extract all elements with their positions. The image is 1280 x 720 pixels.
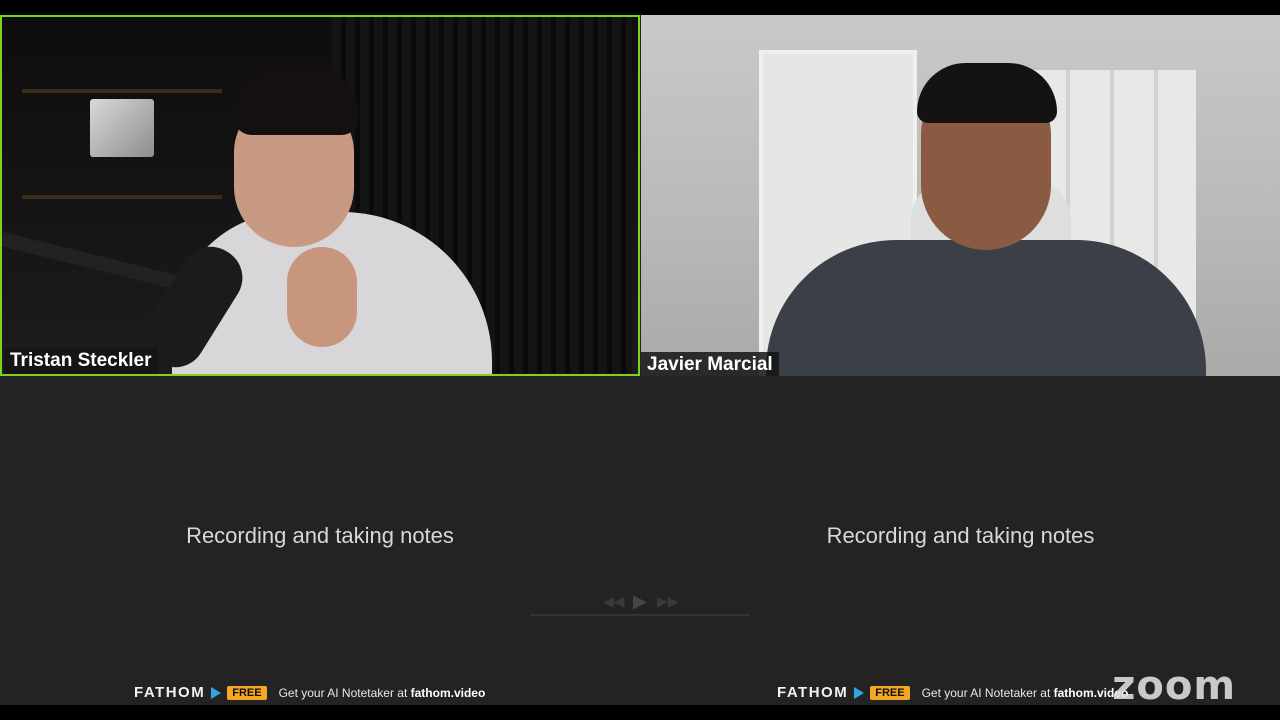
promo-text: Get your AI Notetaker at fathom.video xyxy=(921,685,1129,700)
notetaker-tile-right: Recording and taking notes xyxy=(641,376,1280,705)
participant-name-label: Tristan Steckler xyxy=(4,348,158,374)
fast-forward-icon: ▶▶ xyxy=(657,593,679,609)
participant-name-label: Javier Marcial xyxy=(641,352,779,376)
fathom-promo-right: FATHOM FREE Get your AI Notetaker at fat… xyxy=(777,684,1128,701)
participant-body xyxy=(766,240,1206,376)
shelf xyxy=(22,89,222,93)
fathom-logo: FATHOM xyxy=(777,684,849,701)
participant-hand xyxy=(287,247,357,347)
shelf xyxy=(22,195,222,199)
fathom-arrow-icon xyxy=(854,686,865,699)
meeting-stage: Tristan Steckler Javier Marcial Recordin… xyxy=(0,15,1280,705)
fathom-promo-left: FATHOM FREE Get your AI Notetaker at fat… xyxy=(134,684,485,701)
play-button-plaque xyxy=(90,99,154,157)
free-badge: FREE xyxy=(870,685,910,700)
rewind-icon: ◀◀ xyxy=(603,593,625,609)
faint-player-controls: ◀◀ ▶ ▶▶ xyxy=(495,589,785,619)
fathom-logo: FATHOM xyxy=(134,684,206,701)
video-tile-tristan[interactable]: Tristan Steckler xyxy=(0,15,640,376)
participant-hair xyxy=(917,63,1057,123)
notetaker-status: Recording and taking notes xyxy=(186,522,454,548)
promo-link[interactable]: fathom.video xyxy=(411,686,486,700)
notetaker-status: Recording and taking notes xyxy=(826,522,1095,548)
promo-text: Get your AI Notetaker at fathom.video xyxy=(278,685,486,700)
video-tile-javier[interactable]: Javier Marcial xyxy=(641,15,1280,376)
zoom-watermark: zoom xyxy=(1112,663,1236,705)
fathom-arrow-icon xyxy=(211,686,222,699)
play-icon: ▶ xyxy=(633,591,647,611)
free-badge: FREE xyxy=(227,685,267,700)
scrub-track xyxy=(530,614,750,616)
notetaker-tile-left: Recording and taking notes xyxy=(0,376,640,705)
